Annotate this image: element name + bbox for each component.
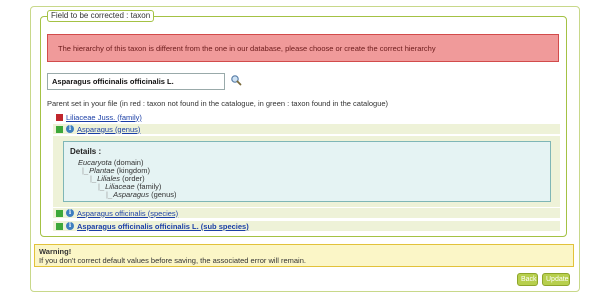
- taxon-link-subspecies[interactable]: Asparagus officinalis officinalis L. (su…: [77, 222, 249, 231]
- tree-row-family: Liliaceae Juss. (family): [53, 112, 560, 122]
- taxon-search-input[interactable]: [47, 73, 225, 90]
- warning-box: Warning! If you don't correct default va…: [34, 244, 574, 267]
- found-square-icon: [56, 125, 63, 133]
- hierarchy-node-genus: |_Asparagus (genus): [106, 190, 177, 199]
- error-message: The hierarchy of this taxon is different…: [47, 34, 559, 62]
- tree-row-species: i Asparagus officinalis (species): [53, 208, 560, 218]
- details-title: Details :: [70, 147, 102, 156]
- info-icon[interactable]: i: [66, 209, 74, 217]
- tree-row-subspecies: i Asparagus officinalis officinalis L. (…: [53, 221, 560, 231]
- details-box: Details : Eucaryota (domain) |_Plantae (…: [63, 141, 551, 202]
- taxon-link-family[interactable]: Liliaceae Juss. (family): [66, 113, 142, 122]
- update-button[interactable]: Update: [542, 273, 570, 286]
- warning-message: If you don't correct default values befo…: [39, 256, 306, 265]
- warning-title: Warning!: [39, 247, 72, 256]
- info-icon[interactable]: i: [66, 125, 74, 133]
- found-square-icon: [56, 222, 63, 230]
- magnifier-icon[interactable]: [230, 74, 242, 86]
- not-found-square-icon: [56, 113, 63, 121]
- back-button[interactable]: Back: [517, 273, 538, 286]
- info-icon[interactable]: i: [66, 222, 74, 230]
- panel-legend: Field to be corrected : taxon: [47, 10, 155, 22]
- taxon-link-species[interactable]: Asparagus officinalis (species): [77, 209, 178, 218]
- taxon-link-genus[interactable]: Asparagus (genus): [77, 125, 140, 134]
- tree-row-genus: i Asparagus (genus): [53, 124, 560, 134]
- parent-set-description: Parent set in your file (in red : taxon …: [47, 99, 389, 108]
- found-square-icon: [56, 209, 63, 217]
